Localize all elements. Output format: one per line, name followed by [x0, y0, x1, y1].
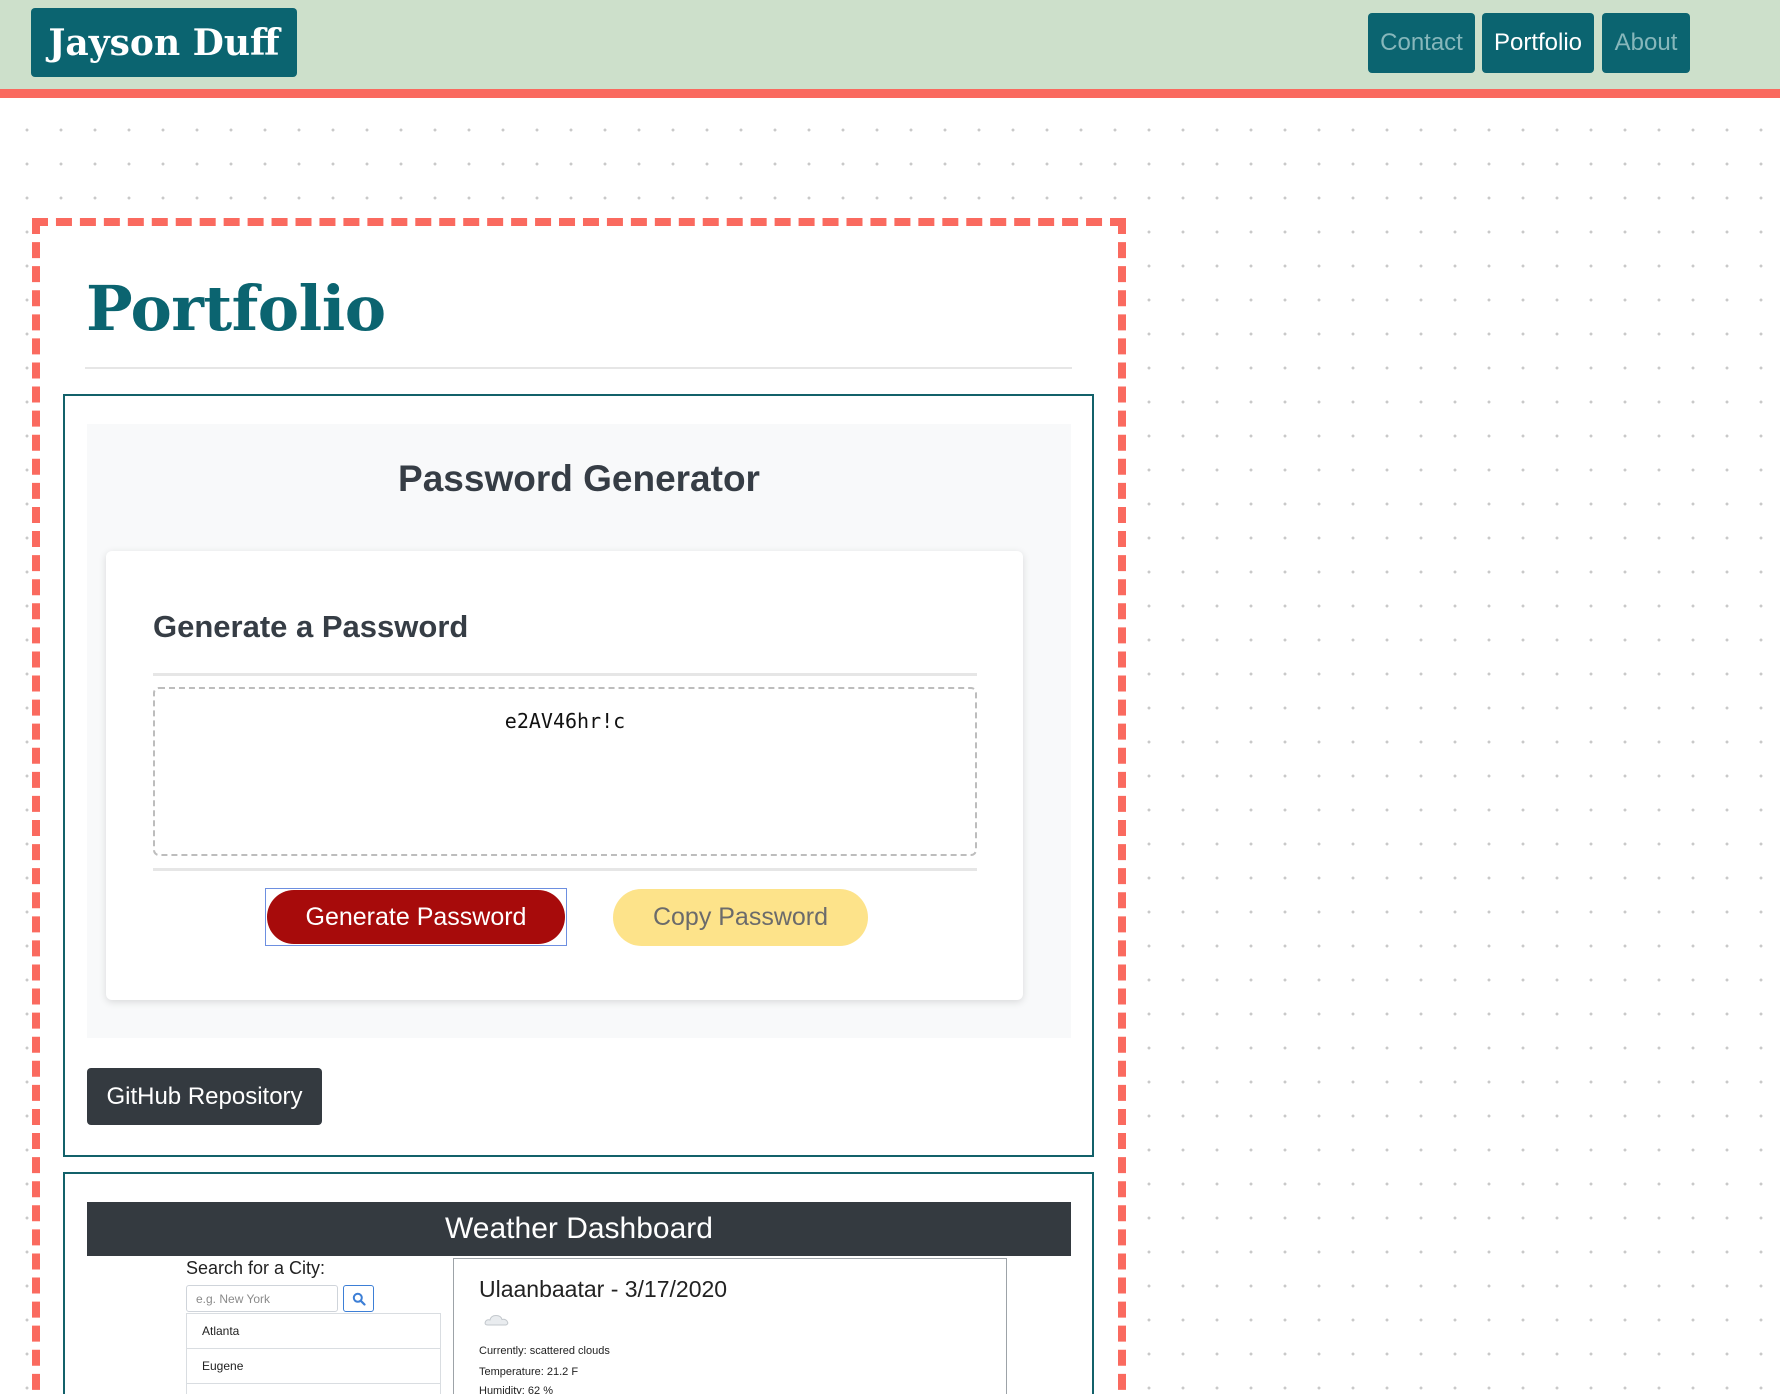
generate-password-focus-ring: Generate Password — [265, 888, 567, 946]
title-divider — [85, 367, 1072, 369]
cloud-icon — [484, 1313, 510, 1332]
city-history-item: Eugene — [186, 1348, 441, 1384]
nav-about-button[interactable]: About — [1602, 13, 1690, 73]
city-history-item — [186, 1383, 441, 1394]
weather-humidity: Humidity: 62 % — [479, 1385, 553, 1394]
github-repository-button[interactable]: GitHub Repository — [87, 1068, 322, 1125]
preview-title: Password Generator — [398, 458, 760, 499]
card-divider-bottom — [153, 868, 977, 871]
nav-contact-button[interactable]: Contact — [1368, 13, 1475, 73]
password-output[interactable]: e2AV46hr!c — [153, 687, 977, 856]
weather-preview-header: Weather Dashboard — [87, 1202, 1071, 1256]
current-city-title: Ulaanbaatar - 3/17/2020 — [479, 1276, 728, 1302]
city-history-item: Atlanta — [186, 1313, 441, 1349]
generator-card-heading: Generate a Password — [153, 609, 469, 644]
page-title: Portfolio — [86, 272, 386, 345]
brand-logo[interactable]: Jayson Duff — [31, 8, 297, 77]
generate-password-button[interactable]: Generate Password — [267, 890, 565, 944]
weather-temperature: Temperature: 21.2 F — [479, 1366, 579, 1378]
search-icon — [352, 1292, 366, 1306]
copy-password-button[interactable]: Copy Password — [613, 889, 868, 946]
city-search-button — [343, 1285, 374, 1312]
city-search-label: Search for a City: — [186, 1258, 326, 1278]
site-header: Jayson Duff Contact Portfolio About — [0, 0, 1780, 98]
card-divider-top — [153, 673, 977, 676]
nav-portfolio-button[interactable]: Portfolio — [1482, 13, 1594, 73]
city-search-input: e.g. New York — [186, 1285, 338, 1312]
weather-currently: Currently: scattered clouds — [479, 1345, 610, 1357]
